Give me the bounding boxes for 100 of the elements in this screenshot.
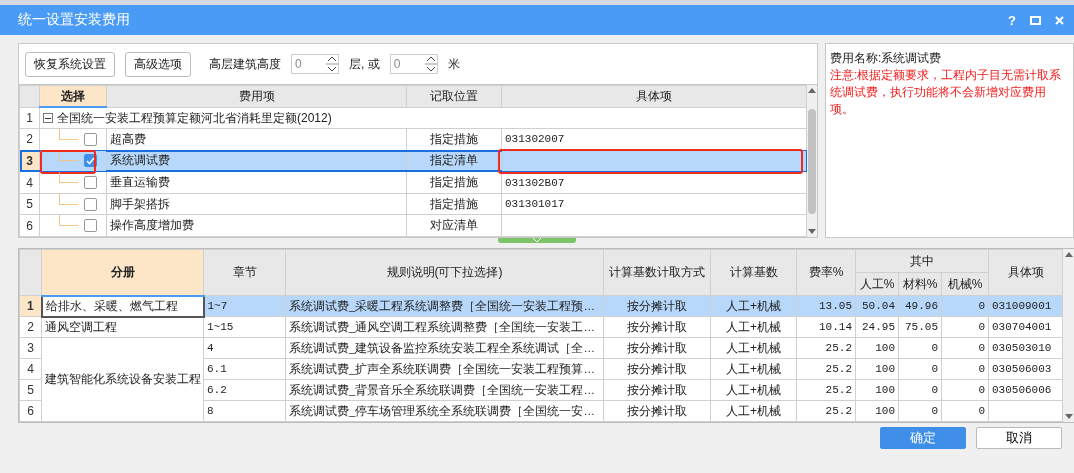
column-header[interactable]: 具体项	[501, 85, 807, 108]
scroll-up-icon[interactable]	[808, 88, 816, 93]
table-cell: 0	[941, 400, 989, 422]
column-header[interactable]: 计算基数计取方式	[603, 249, 711, 296]
table-cell: 25.2	[796, 358, 856, 380]
table-cell: 指定措施	[406, 171, 502, 194]
checkbox[interactable]	[84, 176, 97, 190]
table-cell: 脚手架搭拆	[106, 193, 407, 215]
table-cell: 8	[203, 400, 286, 422]
row-number: 5	[19, 193, 40, 215]
table-cell: 人工+机械	[710, 400, 797, 422]
toolbar-button[interactable]: 高级选项	[125, 51, 191, 77]
height-label: 高层建筑高度	[209, 55, 281, 73]
splitter-handle[interactable]	[498, 238, 576, 243]
table-cell: 030704001	[988, 316, 1063, 338]
table-cell: 人工+机械	[710, 358, 797, 380]
table-cell: 人工+机械	[710, 379, 797, 401]
table-cell: 操作高度增加费	[106, 214, 407, 237]
warning-text: 注意:根据定额要求，工程内子目无需计取系统调试费，执行功能将不会新增对应费用项。	[830, 67, 1063, 118]
row-number: 3	[19, 337, 42, 359]
fee-name-text: 费用名称:系统调试费	[830, 50, 943, 67]
tree-connector	[59, 215, 78, 227]
table-cell: 0	[898, 337, 942, 359]
checkbox[interactable]	[84, 219, 97, 233]
table-cell: 人工+机械	[710, 337, 797, 359]
row-number: 6	[19, 400, 42, 422]
scroll-down-icon[interactable]	[1065, 414, 1073, 419]
column-header[interactable]: 规则说明(可下拉选择)	[285, 249, 604, 296]
table-cell: 030506006	[988, 379, 1063, 401]
column-header[interactable]: 其中	[855, 249, 989, 273]
spinner-arrows-icon[interactable]	[326, 55, 338, 73]
dialog-button[interactable]: 取消	[976, 427, 1062, 449]
checkbox[interactable]	[84, 132, 97, 146]
table-cell: 对应清单	[406, 214, 502, 237]
floors-spinbox[interactable]: 0	[291, 54, 339, 74]
table-cell: 25.2	[796, 400, 856, 422]
table-cell: 指定清单	[406, 150, 502, 172]
row-number: 4	[19, 171, 40, 194]
table-cell: 030503010	[988, 337, 1063, 359]
table-cell: 按分摊计取	[603, 358, 711, 380]
table-cell[interactable]: 系统调试费_采暖工程系统调整费［全国统一安装工程预…	[285, 295, 604, 317]
table-cell: 0	[898, 358, 942, 380]
meters-spinbox[interactable]: 0	[389, 54, 438, 74]
table-cell: 75.05	[898, 316, 942, 338]
tree-connector	[59, 150, 78, 162]
table-cell: 垂直运输费	[106, 171, 407, 194]
scroll-down-icon[interactable]	[808, 229, 816, 234]
table-cell: 4	[203, 337, 286, 359]
window-title: 统一设置安装费用	[18, 11, 131, 29]
unit-label: 米	[447, 55, 460, 73]
table-cell: 031302B07	[501, 171, 807, 194]
group-label: 全国统一安装工程预算定额河北省消耗里定额(2012)	[57, 109, 332, 127]
floors-or-label: 层, 或	[349, 55, 380, 73]
table-cell: 按分摊计取	[603, 400, 711, 422]
column-header[interactable]: 记取位置	[406, 85, 502, 108]
vertical-scrollbar[interactable]	[1063, 249, 1074, 422]
table-cell: 25.2	[796, 379, 856, 401]
table-cell[interactable]: 系统调试费_建筑设备监控系统安装工程全系统调试［全…	[285, 337, 604, 359]
table-cell[interactable]: 系统调试费_背景音乐全系统联调费［全国统一安装工程…	[285, 379, 604, 401]
column-header[interactable]: 章节	[203, 249, 286, 296]
column-header[interactable]: 费用项	[106, 85, 407, 108]
row-number: 4	[19, 358, 42, 380]
table-cell: 100	[855, 379, 899, 401]
tree-connector	[59, 128, 78, 140]
table-cell[interactable]: 通风空调工程	[41, 316, 204, 338]
column-header[interactable]: 选择	[39, 85, 107, 108]
row-header-corner	[19, 249, 42, 296]
column-header[interactable]: 分册	[41, 249, 204, 296]
table-cell: 按分摊计取	[603, 337, 711, 359]
table-cell[interactable]: 系统调试费_通风空调工程系统调整费［全国统一安装工…	[285, 316, 604, 338]
column-header[interactable]: 计算基数	[710, 249, 797, 296]
row-number: 1	[19, 295, 42, 317]
table-cell: 100	[855, 337, 899, 359]
row-number: 6	[19, 214, 40, 237]
collapse-icon[interactable]	[43, 113, 53, 124]
table-cell: 指定措施	[406, 193, 502, 215]
table-cell: 24.95	[855, 316, 899, 338]
table-cell[interactable]: 系统调试费_停车场管理系统全系统联调费［全国统一安…	[285, 400, 604, 422]
column-header[interactable]: 费率%	[796, 249, 856, 296]
table-cell: 0	[941, 337, 989, 359]
tree-connector	[59, 172, 78, 184]
row-number: 2	[19, 128, 40, 151]
maximize-icon[interactable]	[1030, 15, 1041, 25]
toolbar-button[interactable]: 恢复系统设置	[25, 51, 115, 77]
table-cell: 030506003	[988, 358, 1063, 380]
column-header[interactable]: 具体项	[988, 249, 1063, 296]
table-cell: 系统调试费	[106, 150, 407, 172]
table-cell: 100	[855, 400, 899, 422]
table-cell: 0	[941, 316, 989, 338]
spinner-arrows-icon[interactable]	[424, 55, 437, 73]
table-cell: 0	[898, 400, 942, 422]
scroll-up-icon[interactable]	[1065, 252, 1073, 257]
row-number: 2	[19, 316, 42, 338]
vertical-scrollbar[interactable]	[807, 85, 817, 237]
checkbox[interactable]	[84, 197, 97, 211]
table-cell[interactable]: 系统调试费_扩声全系统联调费［全国统一安装工程预算…	[285, 358, 604, 380]
table-cell: 25.2	[796, 337, 856, 359]
table-cell: 1~15	[203, 316, 286, 338]
close-icon[interactable]	[1055, 15, 1064, 25]
table-cell[interactable]: 给排水、采暖、燃气工程	[41, 295, 204, 317]
